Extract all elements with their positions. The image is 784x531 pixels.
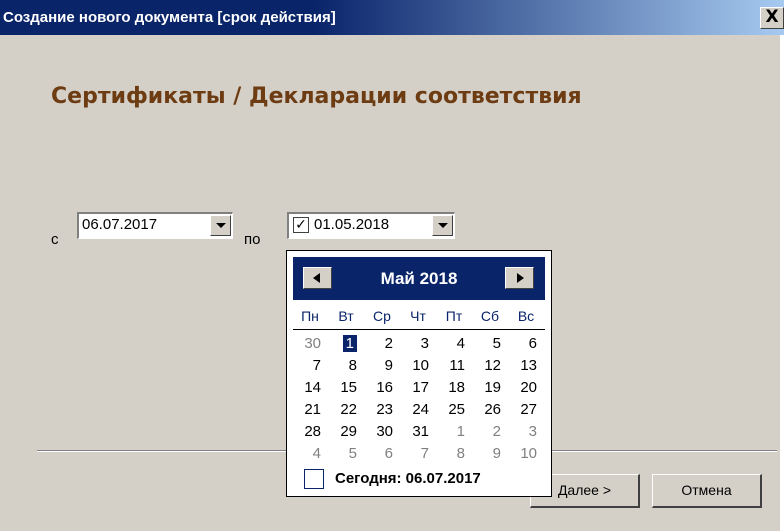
calendar-header: Май 2018 (293, 257, 545, 300)
today-link[interactable]: Сегодня: 06.07.2017 (335, 470, 481, 487)
to-date-value: 01.05.2018 (314, 216, 390, 233)
calendar-day[interactable]: 19 (469, 378, 501, 398)
calendar-day[interactable]: 6 (505, 334, 537, 354)
prev-month-button[interactable] (303, 267, 332, 289)
calendar-day[interactable]: 8 (433, 444, 465, 464)
weekday-label: Пн (301, 308, 319, 324)
calendar-day[interactable]: 7 (397, 444, 429, 464)
calendar-day[interactable]: 6 (361, 444, 393, 464)
calendar-day[interactable]: 11 (433, 356, 465, 376)
calendar-day[interactable]: 27 (505, 400, 537, 420)
cancel-button[interactable]: Отмена (652, 474, 762, 508)
calendar-popup[interactable]: Май 2018 Пн Вт Ср Чт Пт Сб Вс 30 1 2 3 4 5 6 7 8 9 10 11 1… (286, 250, 552, 497)
today-marker-icon[interactable] (304, 469, 324, 489)
calendar-day[interactable]: 31 (397, 422, 429, 442)
calendar-day[interactable]: 5 (325, 444, 357, 464)
to-date-checkbox[interactable]: ✓ (293, 217, 309, 233)
weekday-label: Вс (517, 308, 535, 324)
calendar-day[interactable]: 3 (397, 334, 429, 354)
calendar-day[interactable]: 1 (433, 422, 465, 442)
to-date-picker[interactable]: ✓ 01.05.2018 (287, 212, 455, 239)
from-date-dropdown-button[interactable] (210, 215, 231, 236)
calendar-day[interactable]: 30 (361, 422, 393, 442)
calendar-day[interactable]: 18 (433, 378, 465, 398)
calendar-day[interactable]: 8 (325, 356, 357, 376)
weekday-label: Ср (373, 308, 391, 324)
calendar-day[interactable]: 4 (289, 444, 321, 464)
calendar-day[interactable]: 20 (505, 378, 537, 398)
chevron-down-icon (216, 223, 226, 228)
calendar-day[interactable]: 28 (289, 422, 321, 442)
calendar-day[interactable]: 24 (397, 400, 429, 420)
calendar-day[interactable]: 9 (361, 356, 393, 376)
dialog-window: Создание нового документа [срок действия… (0, 0, 784, 531)
window-edge (780, 35, 784, 531)
calendar-day[interactable]: 23 (361, 400, 393, 420)
from-date-picker[interactable]: 06.07.2017 (77, 212, 233, 239)
calendar-day[interactable]: 13 (505, 356, 537, 376)
to-date-dropdown-button[interactable] (432, 215, 453, 236)
calendar-day[interactable]: 12 (469, 356, 501, 376)
calendar-day[interactable]: 2 (469, 422, 501, 442)
weekday-label: Вт (338, 308, 354, 324)
calendar-day[interactable]: 14 (289, 378, 321, 398)
calendar-day[interactable]: 9 (469, 444, 501, 464)
arrow-left-icon (313, 273, 320, 283)
calendar-day[interactable]: 5 (469, 334, 501, 354)
checkmark-icon: ✓ (295, 217, 307, 233)
title-bar: Создание нового документа [срок действия… (0, 0, 784, 35)
calendar-day[interactable]: 10 (505, 444, 537, 464)
calendar-month-title: Май 2018 (380, 269, 458, 288)
calendar-day[interactable]: 22 (325, 400, 357, 420)
from-date-value: 06.07.2017 (82, 216, 158, 233)
weekday-divider (293, 329, 545, 330)
calendar-day[interactable]: 29 (325, 422, 357, 442)
weekday-label: Пт (445, 308, 463, 324)
calendar-day[interactable]: 16 (361, 378, 393, 398)
calendar-day[interactable]: 4 (433, 334, 465, 354)
to-label: по (244, 231, 261, 248)
from-label: с (51, 231, 59, 248)
calendar-day[interactable]: 2 (361, 334, 393, 354)
arrow-right-icon (517, 273, 524, 283)
close-button[interactable]: X (760, 7, 784, 29)
calendar-day[interactable]: 3 (505, 422, 537, 442)
calendar-day[interactable]: 17 (397, 378, 429, 398)
calendar-day[interactable]: 7 (289, 356, 321, 376)
next-month-button[interactable] (505, 267, 534, 289)
weekday-label: Сб (480, 308, 500, 324)
calendar-day-selected[interactable]: 1 (325, 334, 359, 354)
weekday-label: Чт (410, 308, 426, 324)
calendar-day[interactable]: 15 (325, 378, 357, 398)
calendar-day[interactable]: 25 (433, 400, 465, 420)
calendar-day[interactable]: 21 (289, 400, 321, 420)
calendar-day[interactable]: 30 (289, 334, 321, 354)
window-title: Создание нового документа [срок действия… (3, 9, 336, 26)
calendar-day[interactable]: 26 (469, 400, 501, 420)
chevron-down-icon (438, 223, 448, 228)
calendar-day[interactable]: 10 (397, 356, 429, 376)
close-icon: X (765, 7, 779, 27)
page-heading: Сертификаты / Декларации соответствия (51, 84, 582, 109)
